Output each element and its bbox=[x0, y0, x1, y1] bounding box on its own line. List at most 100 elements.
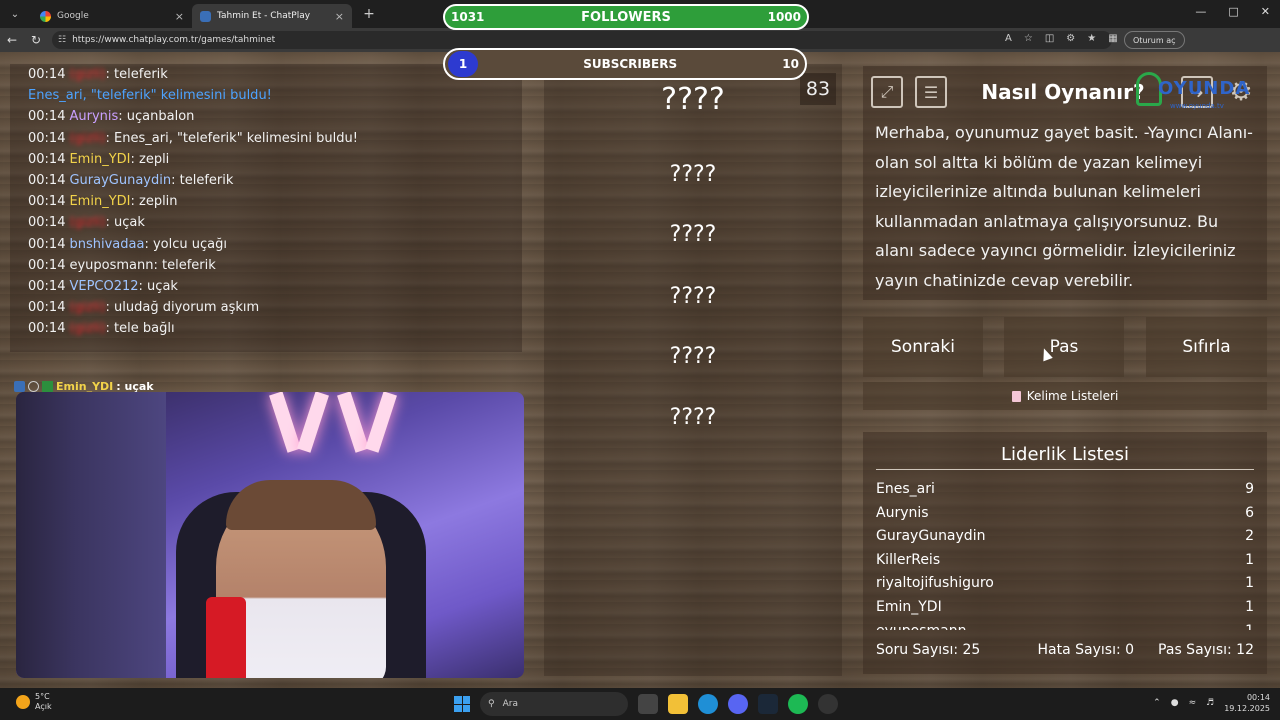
close-tab-icon[interactable]: × bbox=[335, 10, 344, 23]
how-to-play-text: Merhaba, oyunumuz gayet basit. -Yayıncı … bbox=[875, 123, 1253, 290]
neon-light bbox=[365, 392, 397, 453]
minimize-icon[interactable]: — bbox=[1195, 5, 1206, 18]
chat-username[interactable]: (gizli) bbox=[69, 67, 105, 82]
reload-icon[interactable]: ↻ bbox=[24, 33, 48, 47]
discord-icon[interactable] bbox=[728, 694, 748, 714]
back-icon[interactable]: ← bbox=[0, 33, 24, 47]
chat-text: : uçanbalon bbox=[118, 109, 195, 125]
obs-icon[interactable] bbox=[818, 694, 838, 714]
badge-icon bbox=[42, 381, 53, 392]
chat-text: : yolcu uçağı bbox=[144, 236, 227, 252]
webcam-feed bbox=[16, 392, 524, 678]
chat-text: : uçak bbox=[105, 215, 145, 231]
tab-list-chevron-icon[interactable]: ⌄ bbox=[4, 4, 26, 24]
microphone bbox=[206, 597, 246, 678]
tray-chevron-icon[interactable]: ⌃ bbox=[1153, 698, 1161, 708]
chat-time: 00:14 bbox=[28, 321, 66, 337]
pass-label: Pas bbox=[1049, 337, 1079, 357]
leaderboard-row: Enes_ari 9 bbox=[876, 478, 1254, 502]
spotify-icon[interactable] bbox=[788, 694, 808, 714]
chat-message: 00:14 Aurynis: uçanbalon bbox=[10, 106, 522, 127]
tab-google[interactable]: Google × bbox=[32, 4, 192, 28]
new-tab-button[interactable]: + bbox=[358, 6, 380, 22]
site-info-icon[interactable]: ☷ bbox=[58, 35, 66, 45]
clock[interactable]: 00:14 19.12.2025 bbox=[1224, 692, 1270, 714]
chat-username[interactable]: (gizli) bbox=[69, 321, 105, 336]
notebook-icon bbox=[1011, 390, 1021, 402]
badge-icon bbox=[14, 381, 25, 392]
pass-count: Pas Sayısı: 12 bbox=[1158, 642, 1254, 658]
collections-icon[interactable]: ▦ bbox=[1108, 33, 1117, 44]
divider bbox=[876, 469, 1254, 470]
logo-text: OYUNDA bbox=[1158, 78, 1251, 99]
hidden-word: ???? bbox=[669, 405, 717, 430]
player-name: KillerReis bbox=[876, 551, 941, 568]
favorites-icon[interactable]: ★ bbox=[1087, 33, 1096, 44]
chat-username[interactable]: GurayGunaydin bbox=[69, 173, 171, 188]
player-name: riyaltojifushiguro bbox=[876, 575, 994, 592]
next-button[interactable]: Sonraki bbox=[863, 317, 983, 377]
sign-in-label: Oturum aç bbox=[1133, 35, 1176, 45]
maximize-icon[interactable]: □ bbox=[1228, 5, 1238, 18]
chat-message: 00:14 VEPCO212: uçak bbox=[10, 276, 522, 297]
system-tray: ⌃ ● ≈ ♬ 00:14 19.12.2025 bbox=[1153, 692, 1270, 714]
leaderboard-title: Liderlik Listesi bbox=[1001, 444, 1129, 465]
chatplay-icon bbox=[200, 10, 211, 22]
wifi-icon[interactable]: ≈ bbox=[1189, 698, 1197, 708]
neon-light bbox=[337, 392, 369, 453]
reset-button[interactable]: Sıfırla bbox=[1146, 317, 1267, 377]
chat-message: 00:14 (gizli): uludağ diyorum aşkım bbox=[10, 297, 522, 318]
url-field[interactable]: ☷ https://www.chatplay.com.tr/games/tahm… bbox=[52, 31, 1112, 49]
close-window-icon[interactable]: ✕ bbox=[1261, 5, 1270, 18]
chat-username[interactable]: bnshivadaa bbox=[69, 237, 144, 252]
taskbar-search[interactable]: ⚲ Ara bbox=[480, 692, 628, 716]
word-lists-button[interactable]: Kelime Listeleri bbox=[863, 382, 1267, 410]
url-text: https://www.chatplay.com.tr/games/tahmin… bbox=[72, 35, 276, 45]
search-icon: ⚲ bbox=[488, 699, 495, 709]
chat-username[interactable]: (gizli) bbox=[69, 131, 105, 146]
microphone-icon[interactable]: ● bbox=[1171, 698, 1179, 708]
close-tab-icon[interactable]: × bbox=[175, 10, 184, 23]
sign-in-button[interactable]: Oturum aç bbox=[1124, 31, 1185, 49]
weather-widget[interactable]: 5°C Açık bbox=[16, 692, 52, 712]
hidden-word: ???? bbox=[669, 284, 717, 309]
windows-taskbar: 5°C Açık ⚲ Ara ⌃ ● ≈ ♬ 00:14 19.12.2025 bbox=[0, 688, 1280, 720]
edge-browser-icon[interactable] bbox=[698, 694, 718, 714]
favorite-star-icon[interactable]: ☆ bbox=[1024, 33, 1033, 44]
task-view-icon[interactable] bbox=[638, 694, 658, 714]
steam-icon[interactable] bbox=[758, 694, 778, 714]
system-message: Enes_ari, "teleferik" kelimesini buldu! bbox=[28, 88, 272, 104]
clock-date: 19.12.2025 bbox=[1224, 704, 1270, 713]
extensions-icon[interactable]: ⚙ bbox=[1066, 33, 1075, 44]
chat-username[interactable]: VEPCO212 bbox=[69, 279, 138, 294]
start-windows-icon[interactable] bbox=[454, 696, 470, 712]
subscribers-goal-bar: 1 SUBSCRIBERS 10 bbox=[443, 48, 807, 80]
leaderboard-list[interactable]: Enes_ari 9 Aurynis 6 GurayGunaydin 2 KillerRei… bbox=[876, 478, 1254, 630]
chat-username[interactable]: Aurynis bbox=[69, 109, 118, 124]
chat-username[interactable]: (gizli) bbox=[69, 300, 105, 315]
fullscreen-icon[interactable]: ⤢ bbox=[871, 76, 903, 108]
chat-username[interactable]: eyuposmann bbox=[69, 258, 153, 273]
player-name: Enes_ari bbox=[876, 481, 935, 497]
chat-text: : zeplin bbox=[130, 194, 178, 210]
tab-chatplay[interactable]: Tahmin Et - ChatPlay × bbox=[192, 4, 352, 28]
chat-time: 00:14 bbox=[28, 67, 66, 82]
search-placeholder: Ara bbox=[502, 699, 518, 709]
split-screen-icon[interactable]: ◫ bbox=[1045, 33, 1054, 44]
pass-button[interactable]: Pas bbox=[1004, 317, 1124, 377]
chat-message: 00:14 (gizli): uçak bbox=[10, 212, 522, 233]
chat-username[interactable]: Emin_YDI bbox=[69, 152, 130, 167]
chat-username[interactable]: Emin_YDI bbox=[69, 194, 130, 209]
volume-icon[interactable]: ♬ bbox=[1206, 698, 1214, 708]
leaderboard-stats: Soru Sayısı: 25 Hata Sayısı: 0 Pas Sayıs… bbox=[876, 642, 1254, 658]
chat-text: : Enes_ari, "teleferik" kelimesini buldu… bbox=[105, 130, 358, 146]
document-icon[interactable]: ☰ bbox=[915, 76, 947, 108]
chat-message: 00:14 GurayGunaydin: teleferik bbox=[10, 170, 522, 191]
chat-username[interactable]: (gizli) bbox=[69, 215, 105, 230]
chat-time: 00:14 bbox=[28, 130, 66, 146]
subscribers-progress: 1 bbox=[448, 51, 478, 77]
chat-time: 00:14 bbox=[28, 236, 66, 252]
file-explorer-icon[interactable] bbox=[668, 694, 688, 714]
leaderboard-row: riyaltojifushiguro 1 bbox=[876, 572, 1254, 596]
read-aloud-icon[interactable]: A bbox=[1005, 33, 1012, 44]
